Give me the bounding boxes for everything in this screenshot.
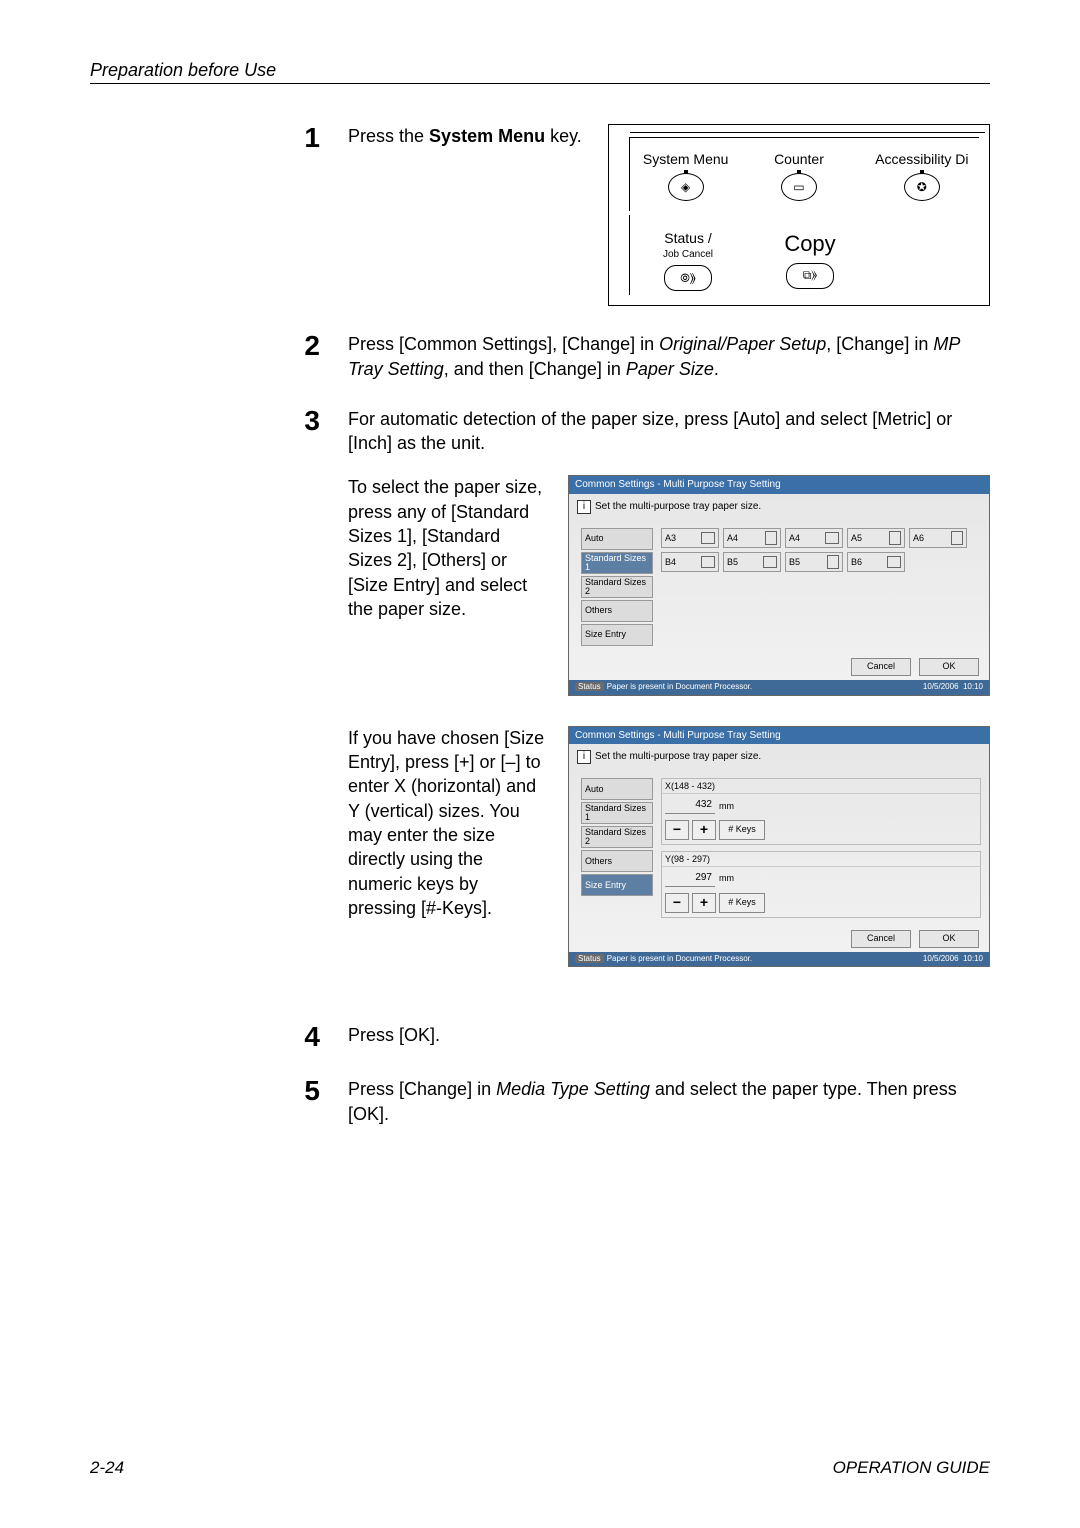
page-orientation-icon [765, 531, 777, 545]
cancel-button[interactable]: Cancel [851, 658, 911, 676]
paper-size-button[interactable]: A6 [909, 528, 967, 548]
ok-button[interactable]: OK [919, 930, 979, 948]
plus-button[interactable]: + [692, 893, 716, 913]
step-number: 1 [90, 124, 348, 306]
text: Press [Common Settings], [Change] in [348, 334, 659, 354]
text: To select the paper size, press any of [… [348, 475, 548, 621]
numeric-keys-button[interactable]: # Keys [719, 893, 765, 913]
text: , and then [Change] in [444, 359, 626, 379]
status-message: Paper is present in Document Processor. [607, 954, 752, 963]
key-label: Status / [638, 229, 738, 248]
info-icon: i [577, 750, 591, 764]
key-label: System Menu [643, 151, 729, 167]
header-rule [90, 83, 990, 84]
unit: mm [719, 872, 734, 884]
ok-button[interactable]: OK [919, 658, 979, 676]
touchscreen-sizes: Common Settings - Multi Purpose Tray Set… [568, 475, 990, 695]
y-value[interactable]: 297 [665, 870, 715, 887]
page-orientation-icon [763, 556, 777, 568]
text: Media Type Setting [496, 1079, 650, 1099]
cancel-button[interactable]: Cancel [851, 930, 911, 948]
page-orientation-icon [951, 531, 963, 545]
copy-button[interactable]: ⧉⟫ [786, 263, 834, 289]
status-button[interactable]: ⦾⟫ [664, 265, 712, 291]
text: If you have chosen [Size Entry], press [… [348, 726, 548, 920]
key-label: Accessibility Di [875, 151, 968, 167]
text: . [714, 359, 719, 379]
counter-button[interactable]: ▭ [781, 173, 817, 201]
page-orientation-icon [701, 532, 715, 544]
step-number: 5 [90, 1077, 348, 1126]
size-tab[interactable]: Standard Sizes 2 [581, 576, 653, 598]
key-label: Copy [760, 229, 860, 259]
page-number: 2-24 [90, 1458, 124, 1478]
footer-guide: OPERATION GUIDE [833, 1458, 990, 1478]
text: Original/Paper Setup [659, 334, 826, 354]
running-header: Preparation before Use [90, 60, 990, 81]
paper-size-button[interactable]: A4 [723, 528, 781, 548]
status-button[interactable]: Status [575, 682, 604, 691]
minus-button[interactable]: − [665, 820, 689, 840]
page-orientation-icon [701, 556, 715, 568]
key-label: Counter [774, 151, 824, 167]
text: System Menu [429, 126, 545, 146]
size-tab[interactable]: Auto [581, 778, 653, 800]
size-tab[interactable]: Others [581, 600, 653, 622]
unit: mm [719, 800, 734, 812]
status-date: 10/5/2006 [923, 682, 959, 691]
page-orientation-icon [887, 556, 901, 568]
status-time: 10:10 [963, 954, 983, 963]
text: , [Change] in [826, 334, 933, 354]
text: For automatic detection of the paper siz… [348, 407, 990, 456]
size-tab[interactable]: Auto [581, 528, 653, 550]
screen-message: Set the multi-purpose tray paper size. [595, 751, 761, 762]
size-tab[interactable]: Size Entry [581, 874, 653, 896]
system-menu-button[interactable]: ◈ [668, 173, 704, 201]
size-tab[interactable]: Others [581, 850, 653, 872]
minus-button[interactable]: − [665, 893, 689, 913]
text: Press [Change] in [348, 1079, 496, 1099]
key-label: Job Cancel [638, 248, 738, 262]
text: Press [OK]. [348, 1023, 990, 1051]
control-panel-diagram: System Menu◈ Counter▭ Accessibility Di✪ … [608, 124, 990, 306]
numeric-keys-button[interactable]: # Keys [719, 820, 765, 840]
paper-size-button[interactable]: A4 [785, 528, 843, 548]
paper-size-button[interactable]: B5 [723, 552, 781, 572]
step-number: 3 [90, 407, 348, 456]
x-range-label: X(148 - 432) [662, 779, 980, 794]
paper-size-button[interactable]: B4 [661, 552, 719, 572]
x-value[interactable]: 432 [665, 797, 715, 814]
screen-title: Common Settings - Multi Purpose Tray Set… [569, 476, 989, 494]
page-orientation-icon [889, 531, 901, 545]
paper-size-button[interactable]: B5 [785, 552, 843, 572]
status-message: Paper is present in Document Processor. [607, 682, 752, 691]
text: Paper Size [626, 359, 714, 379]
status-time: 10:10 [963, 682, 983, 691]
text: key. [545, 126, 582, 146]
paper-size-button[interactable]: A5 [847, 528, 905, 548]
step-number: 2 [90, 332, 348, 381]
page-orientation-icon [825, 532, 839, 544]
size-tab[interactable]: Standard Sizes 1 [581, 802, 653, 824]
text: Press the [348, 126, 429, 146]
paper-size-button[interactable]: A3 [661, 528, 719, 548]
status-button[interactable]: Status [575, 954, 604, 963]
size-tab[interactable]: Standard Sizes 2 [581, 826, 653, 848]
touchscreen-size-entry: Common Settings - Multi Purpose Tray Set… [568, 726, 990, 968]
plus-button[interactable]: + [692, 820, 716, 840]
size-tab[interactable]: Standard Sizes 1 [581, 552, 653, 574]
paper-size-button[interactable]: B6 [847, 552, 905, 572]
y-range-label: Y(98 - 297) [662, 852, 980, 867]
screen-message: Set the multi-purpose tray paper size. [595, 501, 761, 512]
info-icon: i [577, 500, 591, 514]
size-tab[interactable]: Size Entry [581, 624, 653, 646]
accessibility-button[interactable]: ✪ [904, 173, 940, 201]
page-orientation-icon [827, 555, 839, 569]
step-number: 4 [90, 1023, 348, 1051]
screen-title: Common Settings - Multi Purpose Tray Set… [569, 727, 989, 745]
status-date: 10/5/2006 [923, 954, 959, 963]
